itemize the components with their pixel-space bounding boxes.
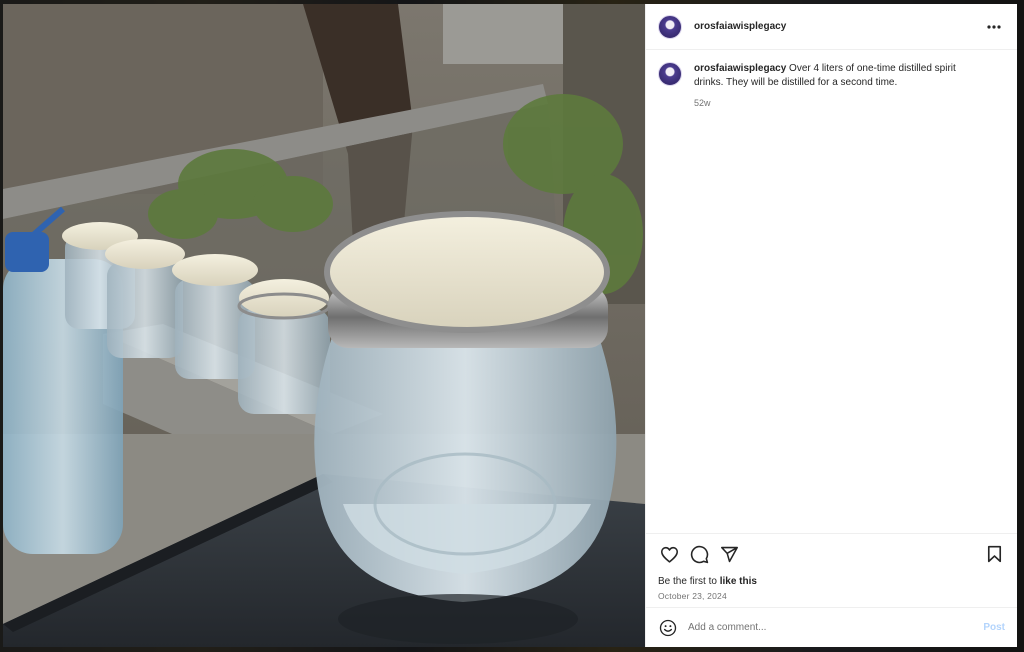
header-username[interactable]: orosfaiawisplegacy	[694, 21, 786, 32]
heart-icon	[660, 546, 678, 563]
paper-plane-icon	[720, 546, 738, 562]
comment-input[interactable]	[688, 622, 984, 633]
like-button[interactable]	[658, 543, 680, 565]
comments-area: orosfaiawisplegacy Over 4 liters of one-…	[646, 50, 1017, 533]
comment-button[interactable]	[688, 543, 710, 565]
likes-line: Be the first to like this	[658, 576, 1005, 587]
share-button[interactable]	[718, 543, 740, 565]
caption-row: orosfaiawisplegacy Over 4 liters of one-…	[658, 62, 1005, 110]
action-row	[658, 542, 1005, 566]
avatar[interactable]	[658, 14, 682, 39]
bookmark-icon	[987, 545, 1001, 563]
caption-username[interactable]: orosfaiawisplegacy	[694, 63, 786, 74]
post-details-panel: orosfaiawisplegacy orosfaiawisplegacy Ov…	[645, 4, 1017, 647]
photo-jars-scene	[3, 4, 645, 647]
caption-body: orosfaiawisplegacy Over 4 liters of one-…	[694, 62, 984, 110]
like-this-link[interactable]: like this	[720, 576, 757, 587]
save-button[interactable]	[983, 543, 1005, 565]
post-modal: orosfaiawisplegacy orosfaiawisplegacy Ov…	[3, 4, 1017, 647]
more-options-button[interactable]	[983, 16, 1005, 38]
comment-bar: Post	[646, 607, 1017, 647]
caption-age[interactable]: 52w	[694, 96, 984, 110]
emoji-button[interactable]	[658, 618, 678, 638]
post-comment-button[interactable]: Post	[983, 622, 1005, 633]
likes-prefix: Be the first to	[658, 576, 720, 587]
post-header: orosfaiawisplegacy	[646, 4, 1017, 50]
comment-bubble-icon	[690, 545, 708, 563]
smiley-icon	[659, 619, 677, 636]
caption-avatar[interactable]	[658, 62, 682, 86]
post-photo	[3, 4, 645, 647]
actions-area: Be the first to like this October 23, 20…	[646, 533, 1017, 607]
post-date[interactable]: October 23, 2024	[658, 591, 1005, 601]
more-horizontal-icon	[987, 24, 1001, 29]
